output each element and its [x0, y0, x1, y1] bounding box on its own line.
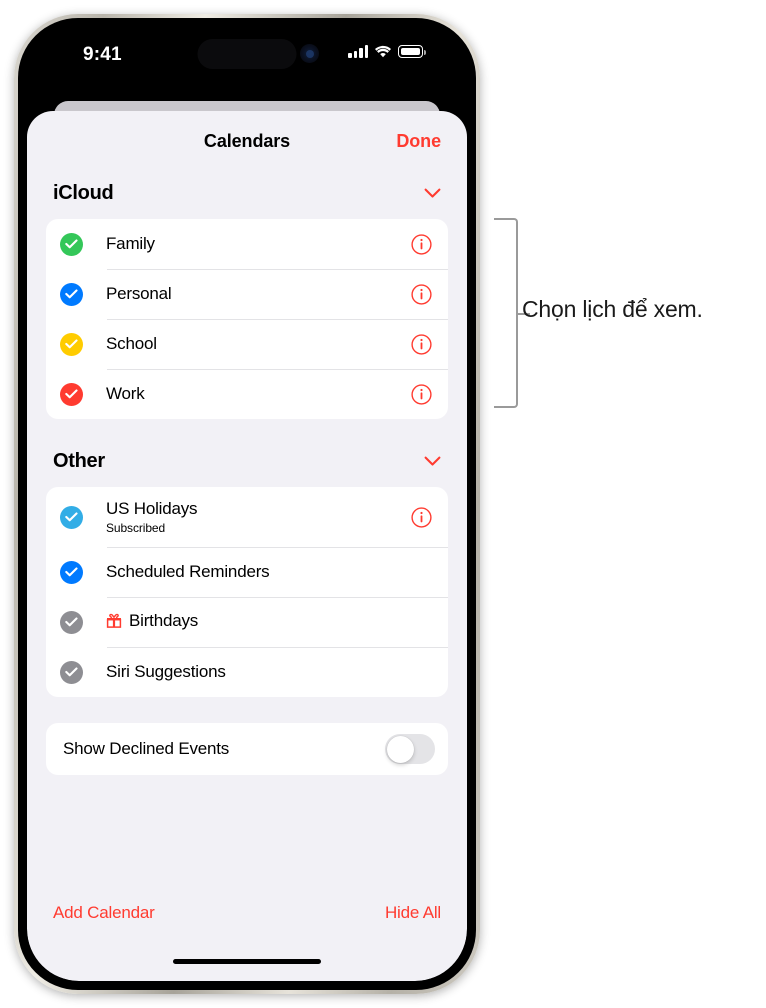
group-header-icloud: iCloud [27, 173, 467, 213]
camera-lens [305, 49, 314, 58]
calendar-name: Personal [106, 283, 172, 303]
row-text: Siri Suggestions [106, 662, 432, 682]
screenshot-root: 9:41 Calendars Done iCloud Family Person… [0, 0, 766, 1008]
status-time: 9:41 [83, 44, 122, 65]
row-text: Personal [106, 284, 411, 304]
wifi-icon [375, 45, 391, 58]
show-declined-toggle[interactable] [385, 734, 435, 764]
table-row[interactable]: School [46, 319, 448, 369]
add-calendar-button[interactable]: Add Calendar [53, 903, 155, 923]
table-row[interactable]: US Holidays Subscribed [46, 487, 448, 547]
table-row[interactable]: Family [46, 219, 448, 269]
phone-bezel: 9:41 Calendars Done iCloud Family Person… [18, 18, 476, 990]
row-text: Work [106, 384, 411, 404]
front-camera-icon [300, 44, 319, 63]
iphone-frame: 9:41 Calendars Done iCloud Family Person… [14, 14, 480, 994]
row-text: School [106, 334, 411, 354]
phone-screen: 9:41 Calendars Done iCloud Family Person… [27, 27, 467, 981]
table-row[interactable]: Siri Suggestions [46, 647, 448, 697]
checkmark-icon[interactable] [60, 610, 83, 634]
calendar-name: Work [106, 383, 145, 403]
hide-all-button[interactable]: Hide All [385, 903, 441, 923]
table-row[interactable]: Birthdays [46, 597, 448, 647]
checkmark-icon[interactable] [60, 332, 83, 356]
row-text: Birthdays [106, 611, 432, 633]
info-icon[interactable] [411, 283, 432, 305]
info-icon[interactable] [411, 333, 432, 355]
calendar-name: Birthdays [129, 610, 199, 630]
calendar-subtitle: Subscribed [106, 521, 166, 536]
checkmark-icon[interactable] [60, 505, 83, 529]
row-text: Family [106, 234, 411, 254]
dynamic-island [197, 39, 297, 69]
calendar-name: Family [106, 233, 155, 253]
bottom-toolbar: Add Calendar Hide All [27, 903, 467, 923]
info-icon[interactable] [411, 383, 432, 405]
chevron-down-icon-icloud[interactable] [424, 188, 441, 199]
calendar-name: US Holidays [106, 498, 198, 518]
toggle-knob [386, 735, 414, 763]
calendar-name: School [106, 333, 157, 353]
checkmark-icon[interactable] [60, 232, 83, 256]
group-title-other: Other [53, 449, 105, 472]
home-indicator[interactable] [173, 959, 321, 964]
checkmark-icon[interactable] [60, 560, 83, 584]
calendar-name: Siri Suggestions [106, 661, 226, 681]
calendar-list-icloud: Family Personal School Work [46, 219, 448, 419]
table-row[interactable]: Personal [46, 269, 448, 319]
callout-bracket [494, 218, 530, 408]
show-declined-label: Show Declined Events [63, 739, 230, 758]
show-declined-card: Show Declined Events [46, 723, 448, 775]
group-title-icloud: iCloud [53, 181, 114, 204]
checkmark-icon[interactable] [60, 282, 83, 306]
done-button[interactable]: Done [396, 131, 441, 152]
sheet-navbar: Calendars Done [27, 111, 467, 173]
table-row[interactable]: Scheduled Reminders [46, 547, 448, 597]
row-text: Scheduled Reminders [106, 562, 432, 582]
group-header-other: Other [27, 441, 467, 481]
calendar-name: Scheduled Reminders [106, 561, 270, 581]
calendar-list-other: US Holidays Subscribed Scheduled Reminde… [46, 487, 448, 697]
battery-icon [398, 45, 426, 58]
info-icon[interactable] [411, 233, 432, 255]
show-declined-row[interactable]: Show Declined Events [46, 723, 448, 775]
chevron-down-icon-other[interactable] [424, 456, 441, 467]
cellular-bars-icon [348, 45, 368, 58]
status-bar: 9:41 [27, 27, 467, 89]
table-row[interactable]: Work [46, 369, 448, 419]
info-icon[interactable] [411, 506, 432, 528]
calendar-name-with-icon: Birthdays [106, 611, 432, 633]
row-text: US Holidays Subscribed [106, 499, 411, 535]
callout-label: Chọn lịch để xem. [522, 296, 703, 322]
gift-icon [106, 612, 122, 633]
checkmark-icon[interactable] [60, 382, 83, 406]
status-indicators [348, 45, 426, 58]
calendars-sheet: Calendars Done iCloud Family Personal Sc… [27, 111, 467, 981]
checkmark-icon[interactable] [60, 660, 83, 684]
